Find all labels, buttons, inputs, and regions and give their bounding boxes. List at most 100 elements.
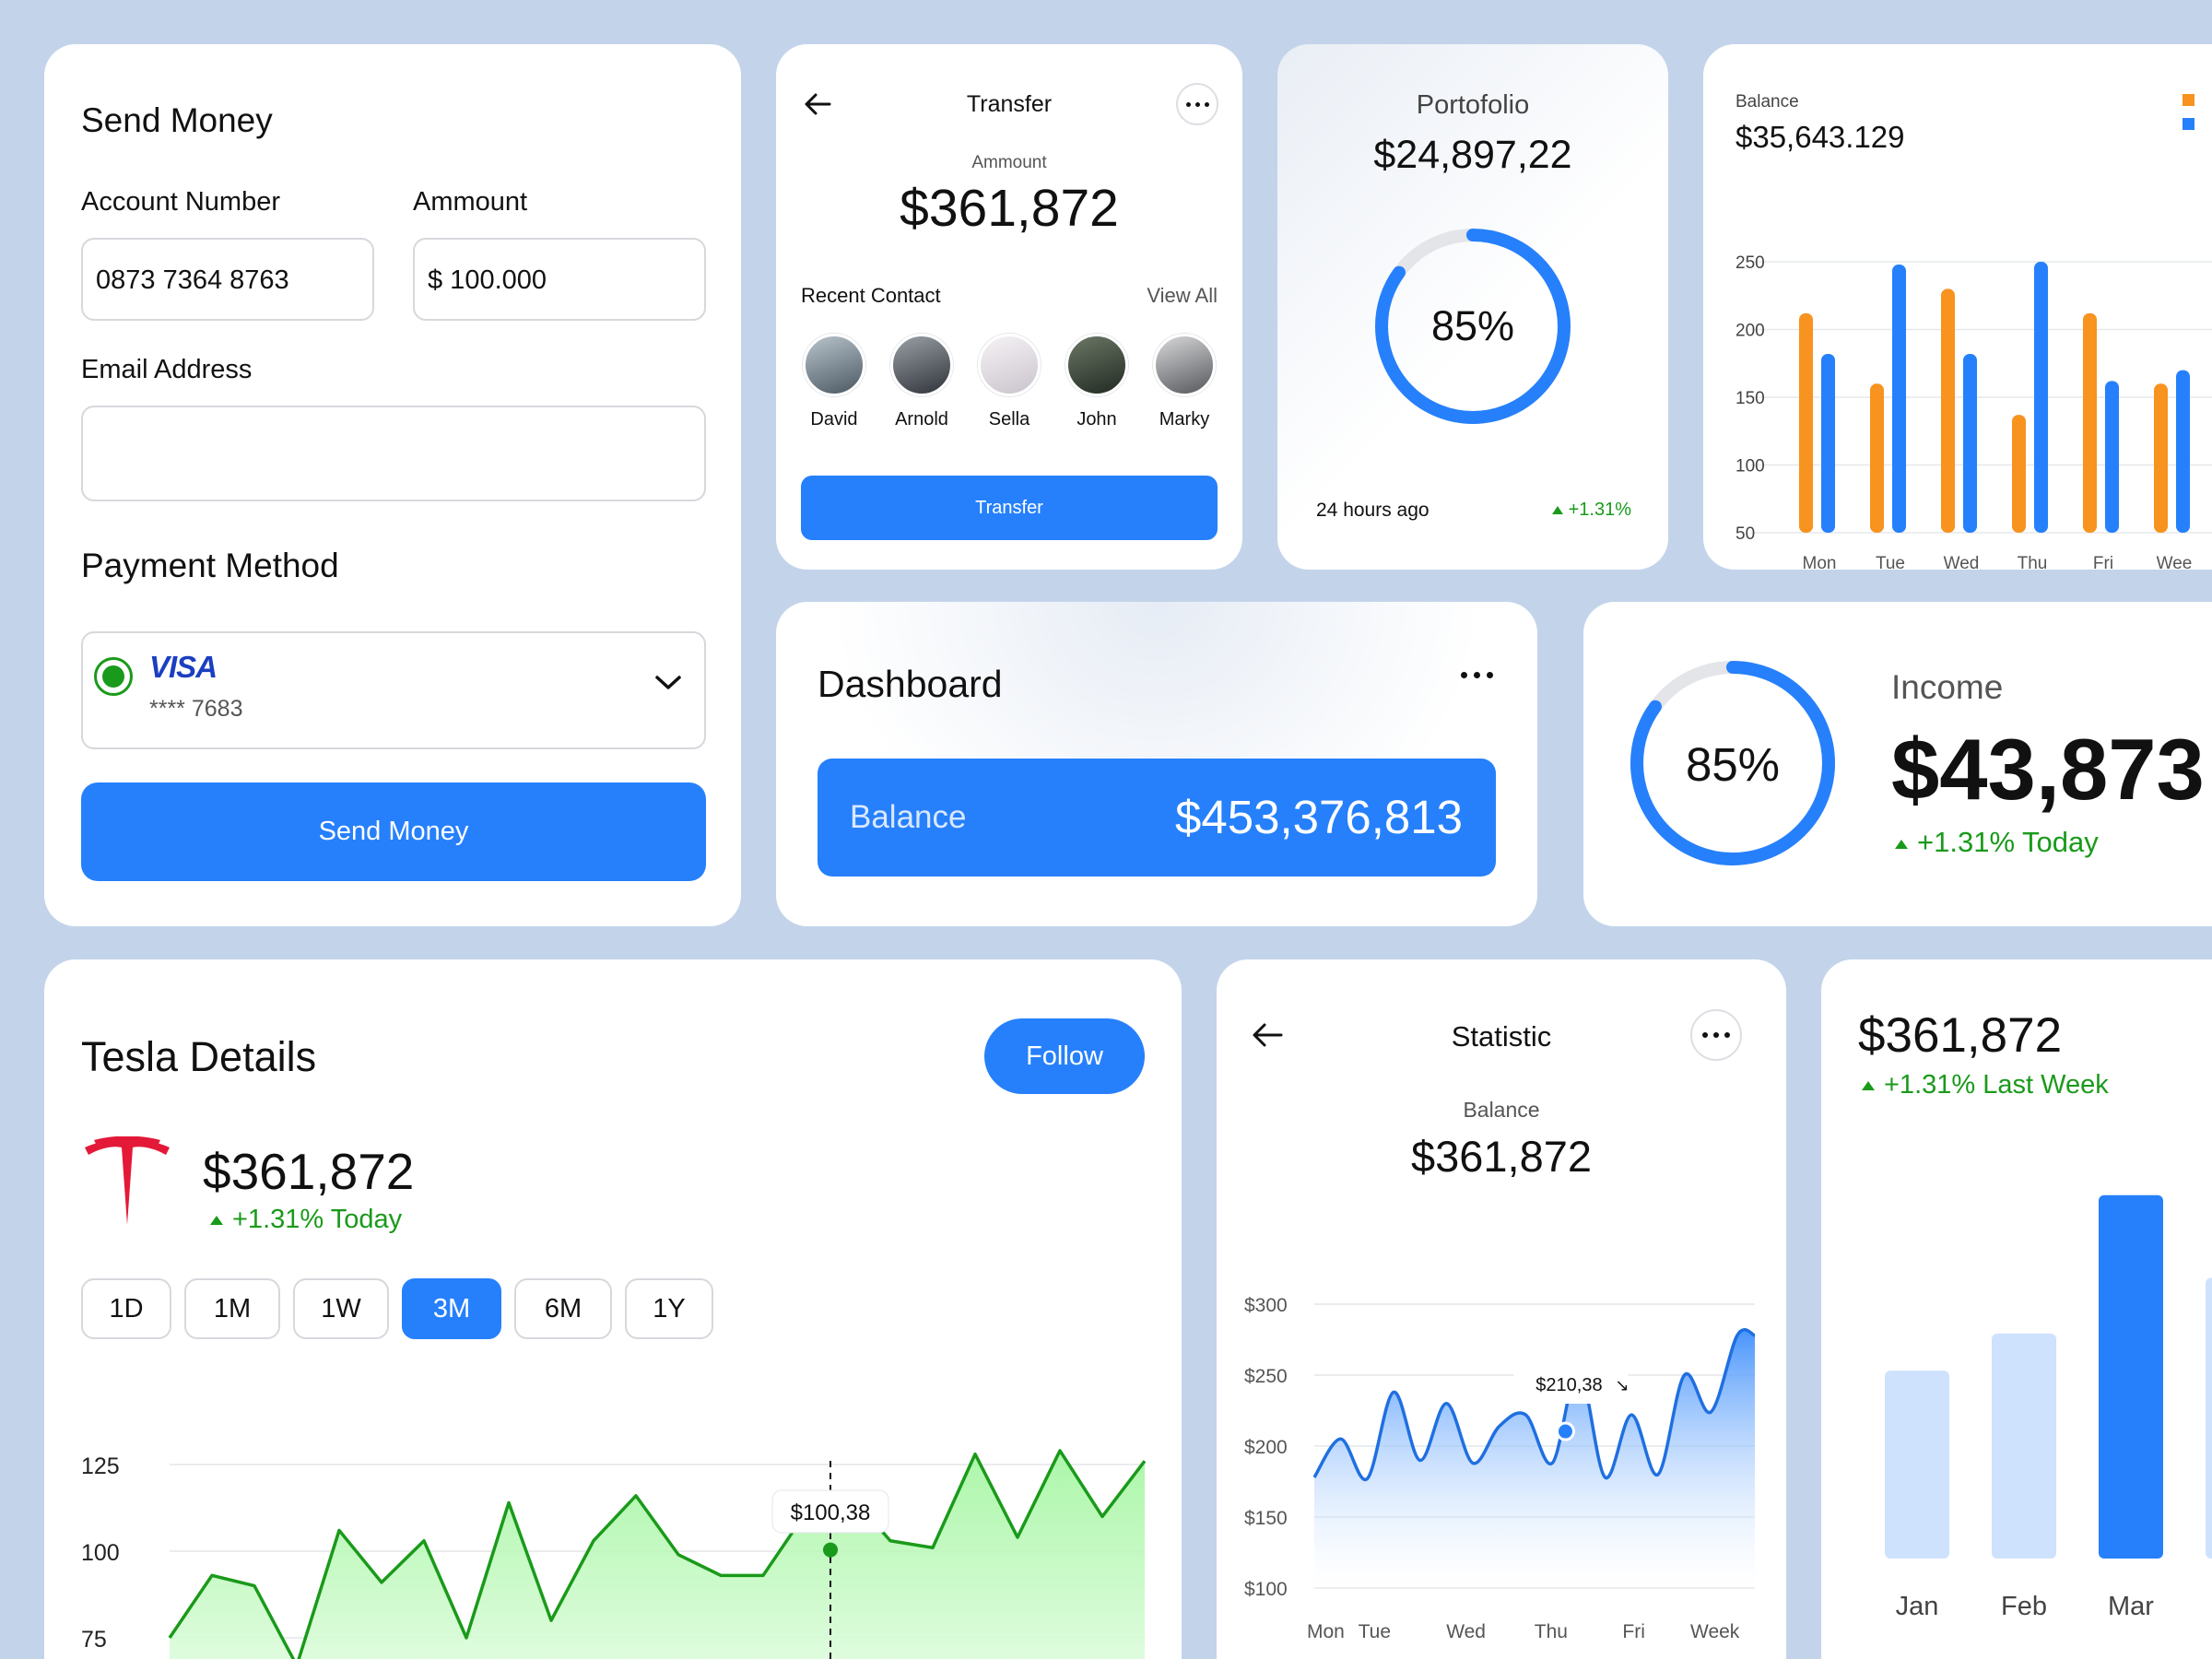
bar	[2012, 415, 2026, 533]
balance-chart-card: Balance $35,643.129 250 200 150 100 50 Mon Tue…	[1703, 44, 2212, 570]
send-money-title: Send Money	[81, 101, 273, 139]
contacts-row: David Arnold Sella John Marky	[797, 334, 1221, 430]
tesla-card: Tesla Details Follow $361,872 +1.31% Tod…	[44, 959, 1182, 1659]
account-number-input[interactable]: 0873 7364 8763	[81, 238, 374, 321]
more-options-icon[interactable]	[1690, 1009, 1742, 1061]
x-tick-label: Thu	[1535, 1621, 1568, 1642]
income-card: 85% Income $43,873 +1.31% Today	[1583, 602, 2212, 926]
bar	[2206, 1277, 2212, 1559]
recent-contact-label: Recent Contact	[801, 284, 941, 307]
timeframe-1w[interactable]: 1W	[293, 1278, 389, 1339]
chevron-down-icon[interactable]	[654, 674, 682, 692]
bar	[2176, 370, 2190, 533]
email-label: Email Address	[81, 355, 253, 384]
tesla-logo-icon	[85, 1136, 170, 1225]
follow-button[interactable]: Follow	[984, 1018, 1145, 1094]
send-money-button[interactable]: Send Money	[81, 782, 706, 881]
x-tick-label: Fri	[2093, 554, 2113, 570]
payment-method-title: Payment Method	[81, 547, 339, 584]
contact-arnold[interactable]: Arnold	[885, 334, 959, 430]
contact-sella[interactable]: Sella	[972, 334, 1046, 430]
payment-method-select[interactable]: VISA **** 7683	[81, 631, 706, 749]
transfer-card: Transfer Ammount $361,872 Recent Contact…	[776, 44, 1242, 570]
y-tick-label: 150	[1735, 389, 1765, 408]
y-tick-label: 250	[1735, 253, 1765, 273]
x-tick-label: Wed	[1446, 1621, 1486, 1642]
monthly-bar-chart: JanFebMarAp	[1885, 1194, 2212, 1621]
avatar	[803, 334, 865, 396]
contact-name: David	[810, 409, 858, 429]
dashboard-balance-label: Balance	[850, 799, 967, 835]
arrow-down-right-icon: ↘	[1615, 1376, 1629, 1395]
more-options-icon[interactable]	[1176, 83, 1218, 125]
bar	[1963, 353, 1977, 533]
x-tick-label: Mar	[2108, 1592, 2154, 1621]
amount-input[interactable]: $ 100.000	[413, 238, 706, 321]
bar	[2083, 312, 2097, 533]
transfer-title: Transfer	[966, 91, 1053, 117]
x-tick-label: Feb	[2001, 1592, 2047, 1621]
y-tick-label: 125	[81, 1453, 120, 1479]
send-money-card: Send Money Account Number Ammount 0873 7…	[44, 44, 741, 926]
statistic-card: Statistic Balance $361,872 $300 $250 $200 $…	[1217, 959, 1786, 1659]
up-arrow-icon	[210, 1216, 223, 1226]
tooltip-value: $210,38	[1535, 1375, 1602, 1395]
bar	[1821, 353, 1835, 533]
email-input[interactable]	[81, 406, 706, 501]
amount-label: Ammount	[413, 187, 528, 217]
view-all-link[interactable]: View All	[1147, 284, 1218, 308]
x-tick-label: Mon	[1803, 554, 1837, 570]
contact-john[interactable]: John	[1060, 334, 1134, 430]
account-number-label: Account Number	[81, 187, 280, 217]
portfolio-value: $24,897,22	[1373, 133, 1572, 177]
balance-bar-chart: 250 200 150 100 50 Mon Tue Wed Thu Fri Wee	[1735, 253, 2212, 570]
tesla-title: Tesla Details	[81, 1033, 317, 1080]
contact-marky[interactable]: Marky	[1147, 334, 1221, 430]
x-tick-label: Week	[1690, 1621, 1740, 1642]
timeframe-3m[interactable]: 3M	[402, 1278, 501, 1339]
timeframe-1d[interactable]: 1D	[81, 1278, 171, 1339]
x-tick-label: Wee	[2157, 554, 2193, 570]
portfolio-change-text: +1.31%	[1568, 500, 1631, 520]
income-change: +1.31% Today	[1895, 826, 2099, 859]
radio-selected-icon[interactable]	[94, 657, 133, 696]
avatar	[978, 334, 1041, 396]
timeframe-1m[interactable]: 1M	[184, 1278, 280, 1339]
y-tick-label: 100	[1735, 457, 1765, 477]
highlight-dot	[1555, 1421, 1575, 1441]
tesla-price: $361,872	[203, 1143, 415, 1200]
x-tick-label: Tue	[1876, 554, 1905, 570]
bar	[2105, 381, 2119, 533]
amount-value: $ 100.000	[428, 265, 547, 295]
timeframe-1y[interactable]: 1Y	[625, 1278, 713, 1339]
y-tick-label: $250	[1244, 1366, 1288, 1387]
transfer-button[interactable]: Transfer	[801, 476, 1218, 540]
x-tick-label: Wed	[1944, 554, 1980, 570]
portfolio-time: 24 hours ago	[1316, 500, 1430, 521]
bar	[1992, 1333, 2056, 1559]
area-fill	[170, 1450, 1145, 1659]
portfolio-change: +1.31%	[1551, 500, 1631, 521]
bar	[2099, 1194, 2163, 1559]
timeframe-6m[interactable]: 6M	[514, 1278, 612, 1339]
income-percent: 85%	[1685, 738, 1781, 791]
dashboard-balance-value: $453,376,813	[1175, 791, 1463, 843]
bar	[2034, 262, 2048, 533]
x-tick-label: Mon	[1307, 1621, 1345, 1642]
bar	[1892, 264, 1906, 533]
more-options-icon[interactable]	[1449, 661, 1504, 688]
card-number: **** 7683	[149, 696, 243, 722]
income-title: Income	[1891, 668, 2004, 706]
y-tick-label: 50	[1735, 524, 1755, 544]
bar	[1799, 312, 1813, 533]
contact-name: John	[1077, 409, 1117, 429]
y-tick-label: 200	[1735, 322, 1765, 341]
y-tick-label: 100	[81, 1540, 120, 1566]
statistic-area-chart: $300 $250 $200 $150 $100 $210,38 ↘ Mon Tue Wed Thu…	[1244, 1295, 1756, 1642]
avatar	[1065, 334, 1128, 396]
tesla-change-text: +1.31% Today	[232, 1205, 403, 1234]
avatar	[890, 334, 953, 396]
avatar	[1153, 334, 1216, 396]
visa-logo: VISA	[149, 650, 218, 684]
contact-david[interactable]: David	[797, 334, 871, 430]
